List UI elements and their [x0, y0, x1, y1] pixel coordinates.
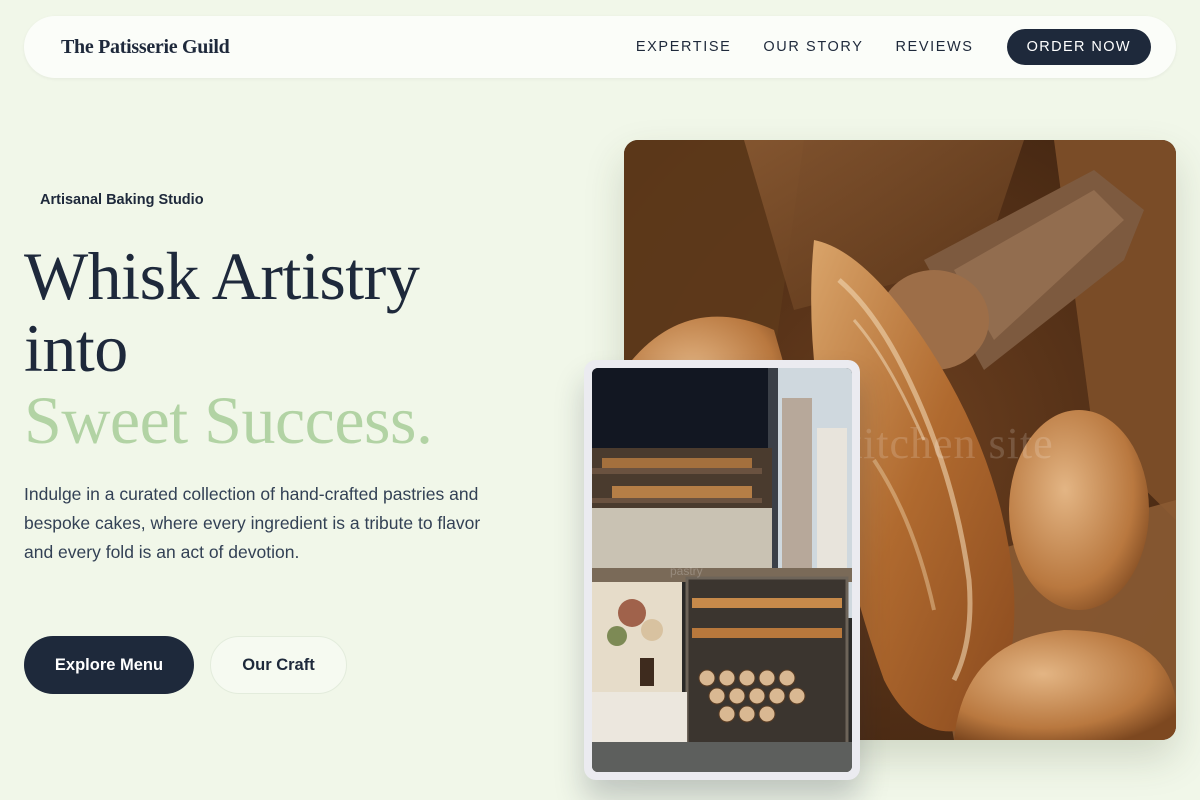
brand-logo[interactable]: The Patisserie Guild	[61, 36, 230, 59]
nav-link-expertise[interactable]: EXPERTISE	[636, 39, 732, 55]
explore-menu-button[interactable]: Explore Menu	[24, 636, 194, 694]
bakery-window-illustration	[592, 368, 852, 772]
navbar: The Patisserie Guild EXPERTISE OUR STORY…	[24, 16, 1176, 78]
bakery-window-card: pastry	[584, 360, 860, 780]
headline-line-1: Whisk Artistry	[24, 238, 420, 314]
nav-links: EXPERTISE OUR STORY REVIEWS ORDER NOW	[636, 29, 1151, 65]
our-craft-button[interactable]: Our Craft	[210, 636, 347, 694]
headline-line-2: into	[24, 310, 128, 386]
order-now-button[interactable]: ORDER NOW	[1006, 29, 1151, 65]
bakery-window-photo: pastry	[592, 368, 852, 772]
nav-link-reviews[interactable]: REVIEWS	[895, 39, 973, 55]
nav-link-our-story[interactable]: OUR STORY	[763, 39, 863, 55]
bread-photo-watermark: kitchen site	[840, 419, 1054, 468]
hero-headline: Whisk Artistry into Sweet Success.	[24, 238, 433, 458]
headline-accent: Sweet Success.	[24, 382, 433, 458]
hero-description: Indulge in a curated collection of hand-…	[24, 484, 481, 562]
card-photo-watermark: pastry	[670, 564, 703, 578]
hero-eyebrow: Artisanal Baking Studio	[40, 192, 204, 208]
